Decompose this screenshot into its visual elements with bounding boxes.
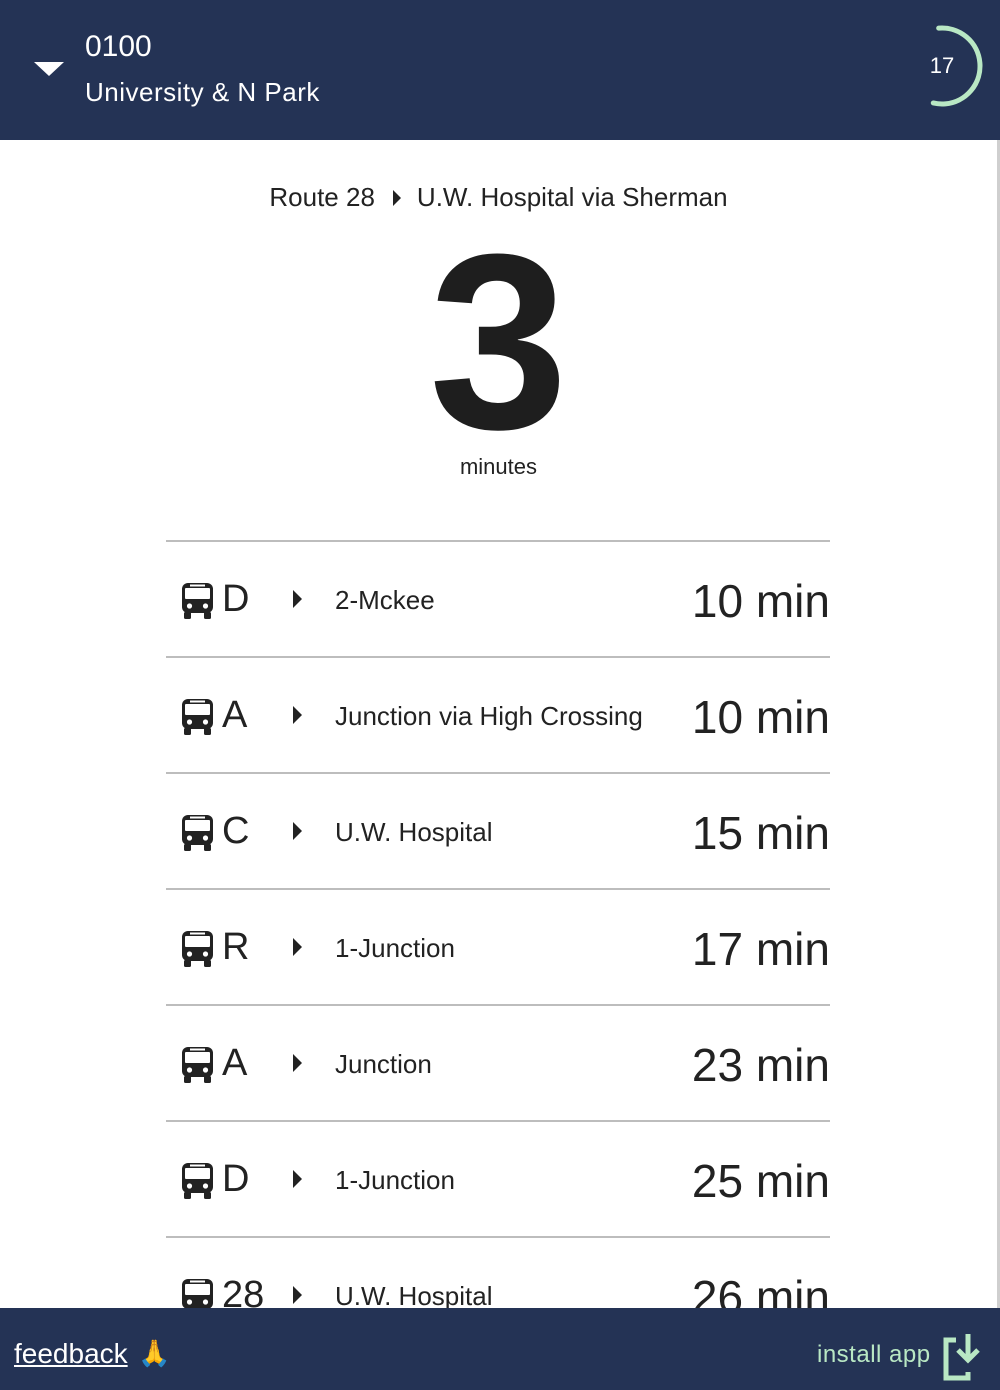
download-icon[interactable] [942,1332,982,1384]
triangle-right-icon [293,1286,302,1304]
arrival-destination: U.W. Hospital [335,1281,493,1308]
arrival-row[interactable]: C U.W. Hospital 15 min [166,774,830,890]
feedback-link[interactable]: feedback [14,1338,128,1370]
arrival-row[interactable]: A Junction via High Crossing 10 min [166,658,830,774]
arrival-destination: 1-Junction [335,1165,455,1195]
arrival-route: D [222,578,250,620]
arrival-row[interactable]: A Junction 23 min [166,1006,830,1122]
bus-icon [181,698,214,736]
arrival-eta: 15 min [685,806,830,860]
arrival-eta: 10 min [685,574,830,628]
refresh-timer[interactable]: 17 [901,25,987,107]
bus-icon [181,930,214,968]
triangle-right-icon [392,190,401,207]
triangle-right-icon [293,590,302,608]
arrival-route: D [222,1158,250,1200]
bus-icon [181,814,214,852]
triangle-right-icon [293,938,302,956]
arrival-eta: 23 min [685,1038,830,1092]
triangle-right-icon [293,1170,302,1188]
refresh-seconds: 17 [929,53,955,78]
triangle-right-icon [293,706,302,724]
arrivals-list: D 2-Mckee 10 min A Junction via High Crossin… [166,540,830,1308]
stop-name: University & N Park [85,77,320,107]
arrival-destination: 1-Junction [335,933,455,963]
stop-id: 0100 [85,30,152,63]
arrival-destination: Junction [335,1049,432,1079]
arrival-route: A [222,694,248,736]
arrival-route: 28 [222,1274,265,1308]
bus-icon [181,1046,214,1084]
arrival-eta: 26 min [685,1270,830,1308]
footer: feedback 🙏 install app [0,1308,1000,1390]
header: 0100 University & N Park 17 [0,0,1000,140]
bus-icon [181,1278,214,1308]
arrival-row[interactable]: 28 U.W. Hospital 26 min [166,1238,830,1308]
primary-route-number: Route 28 [269,182,375,212]
triangle-right-icon [293,822,302,840]
arrival-row[interactable]: D 2-Mckee 10 min [166,542,830,658]
bus-icon [181,582,214,620]
arrival-destination: U.W. Hospital [335,817,493,847]
arrival-row[interactable]: D 1-Junction 25 min [166,1122,830,1238]
arrival-destination: 2-Mckee [335,585,435,615]
bus-icon [181,1162,214,1200]
arrival-eta: 25 min [685,1154,830,1208]
arrival-eta: 10 min [685,690,830,744]
triangle-right-icon [293,1054,302,1072]
arrival-row[interactable]: R 1-Junction 17 min [166,890,830,1006]
arrival-destination: Junction via High Crossing [335,701,643,731]
arrival-eta: 17 min [685,922,830,976]
minutes-label: minutes [459,454,538,479]
primary-minutes: 3 [428,202,569,481]
install-app-button[interactable]: install app [817,1341,931,1369]
arrival-route: A [222,1042,248,1084]
main-content[interactable]: Route 28 U.W. Hospital via Sherman 3 minu… [0,140,997,1308]
arrival-route: C [222,810,250,852]
chevron-down-icon[interactable] [34,62,64,76]
praying-hands-icon: 🙏 [138,1338,171,1368]
arrival-route: R [222,926,250,968]
